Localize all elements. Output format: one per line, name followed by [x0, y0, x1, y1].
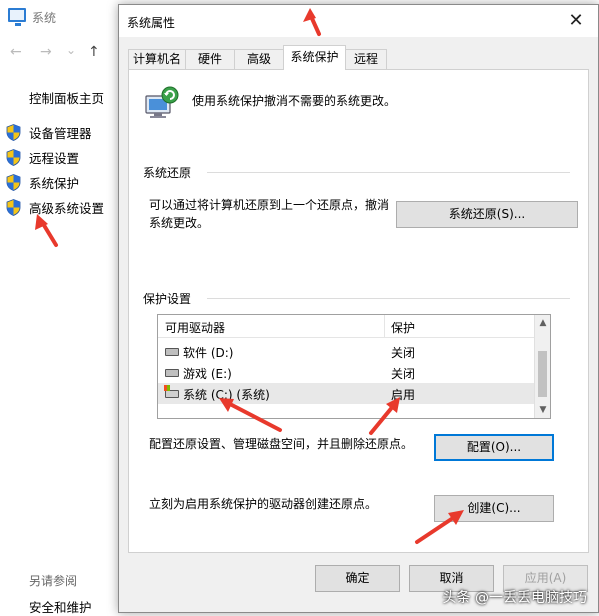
close-icon[interactable]: ✕ — [558, 8, 594, 34]
drive-icon — [165, 369, 179, 377]
list-item[interactable]: 游戏 (E:) 关闭 — [158, 362, 534, 383]
drive-protection-status: 启用 — [391, 388, 416, 402]
sidebar-item-label: 高级系统设置 — [29, 200, 105, 216]
up-arrow-icon[interactable]: ↑ — [88, 42, 100, 62]
tab-system-protection[interactable]: 系统保护 — [283, 45, 346, 70]
vertical-scrollbar[interactable]: ▲ ▼ — [534, 315, 550, 418]
group-divider — [207, 172, 570, 173]
system-restore-button[interactable]: 系统还原(S)... — [396, 201, 578, 228]
shield-icon — [6, 173, 21, 191]
restore-description-line1: 可以通过将计算机还原到上一个还原点，撤消 — [149, 198, 390, 212]
drive-protection-status: 关闭 — [391, 346, 416, 360]
drive-name: 游戏 (E:) — [183, 367, 232, 381]
configure-button[interactable]: 配置(O)... — [434, 434, 554, 461]
drive-name: 系统 (C:) (系统) — [183, 388, 270, 402]
see-also-heading: 另请参阅 — [29, 574, 78, 588]
sidebar-item-label: 系统保护 — [29, 175, 80, 191]
column-header-drive[interactable]: 可用驱动器 — [165, 319, 225, 336]
system-protection-icon — [144, 86, 180, 122]
system-properties-dialog: 系统属性 ✕ 计算机名 硬件 高级 系统保护 远程 使用系统保护撤消不需要的系统… — [118, 4, 599, 613]
panel-description: 使用系统保护撤消不需要的系统更改。 — [192, 94, 397, 108]
sidebar-item-label: 设备管理器 — [29, 125, 92, 141]
scrollbar-thumb[interactable] — [538, 351, 547, 397]
group-divider — [207, 298, 570, 299]
drive-protection-status: 关闭 — [391, 367, 416, 381]
configure-description: 配置还原设置、管理磁盘空间，并且删除还原点。 — [149, 437, 414, 451]
shield-icon — [6, 148, 21, 166]
sidebar-item-advanced-settings[interactable]: 高级系统设置 — [6, 197, 104, 217]
system-protection-panel: 使用系统保护撤消不需要的系统更改。 系统还原 可以通过将计算机还原到上一个还原点… — [128, 69, 589, 553]
scroll-down-icon[interactable]: ▼ — [535, 402, 551, 418]
shield-icon — [6, 123, 21, 141]
drive-icon — [165, 348, 179, 356]
sidebar-item-system-protection[interactable]: 系统保护 — [6, 172, 79, 192]
sidebar-item-label: 远程设置 — [29, 150, 80, 166]
column-separator — [384, 315, 385, 338]
system-window-titlebar: 系统 — [0, 0, 120, 34]
tab-remote[interactable]: 远程 — [345, 49, 387, 70]
forward-arrow-icon[interactable]: → — [40, 42, 52, 62]
watermark: 头条 @一丢丢电脑技巧 — [442, 590, 587, 606]
history-dropdown-icon[interactable]: ⌄ — [66, 40, 76, 60]
dialog-title: 系统属性 — [127, 16, 176, 30]
sidebar-item-remote-settings[interactable]: 远程设置 — [6, 147, 79, 167]
create-button[interactable]: 创建(C)... — [434, 495, 554, 522]
column-header-protection[interactable]: 保护 — [391, 319, 415, 336]
nav-bar: ← → ⌄ ↑ — [8, 42, 118, 62]
dialog-titlebar: 系统属性 ✕ — [119, 5, 598, 37]
security-maintenance-link[interactable]: 安全和维护 — [29, 597, 92, 616]
tab-computer-name[interactable]: 计算机名 — [128, 49, 186, 70]
shield-icon — [6, 198, 21, 216]
list-header: 可用驱动器 保护 — [158, 315, 534, 338]
computer-icon — [8, 8, 26, 26]
protection-settings-group-label: 保护设置 — [143, 292, 192, 306]
system-window-title: 系统 — [32, 11, 57, 25]
create-description: 立刻为启用系统保护的驱动器创建还原点。 — [149, 497, 378, 511]
tab-advanced[interactable]: 高级 — [234, 49, 284, 70]
list-item[interactable]: 软件 (D:) 关闭 — [158, 341, 534, 362]
tab-strip: 计算机名 硬件 高级 系统保护 远程 — [128, 45, 588, 70]
restore-description-line2: 系统更改。 — [149, 216, 210, 230]
drive-list[interactable]: 可用驱动器 保护 软件 (D:) 关闭 游戏 (E:) 关闭 系统 (C:) (… — [157, 314, 551, 419]
tab-hardware[interactable]: 硬件 — [185, 49, 235, 70]
ok-button[interactable]: 确定 — [315, 565, 400, 592]
back-arrow-icon[interactable]: ← — [10, 42, 22, 62]
control-panel-home-link[interactable]: 控制面板主页 — [29, 88, 104, 107]
system-drive-icon — [164, 385, 179, 398]
system-restore-group-label: 系统还原 — [143, 166, 192, 180]
list-item[interactable]: 系统 (C:) (系统) 启用 — [158, 383, 534, 404]
scroll-up-icon[interactable]: ▲ — [535, 315, 551, 331]
sidebar-item-device-manager[interactable]: 设备管理器 — [6, 122, 92, 142]
drive-name: 软件 (D:) — [183, 346, 234, 360]
